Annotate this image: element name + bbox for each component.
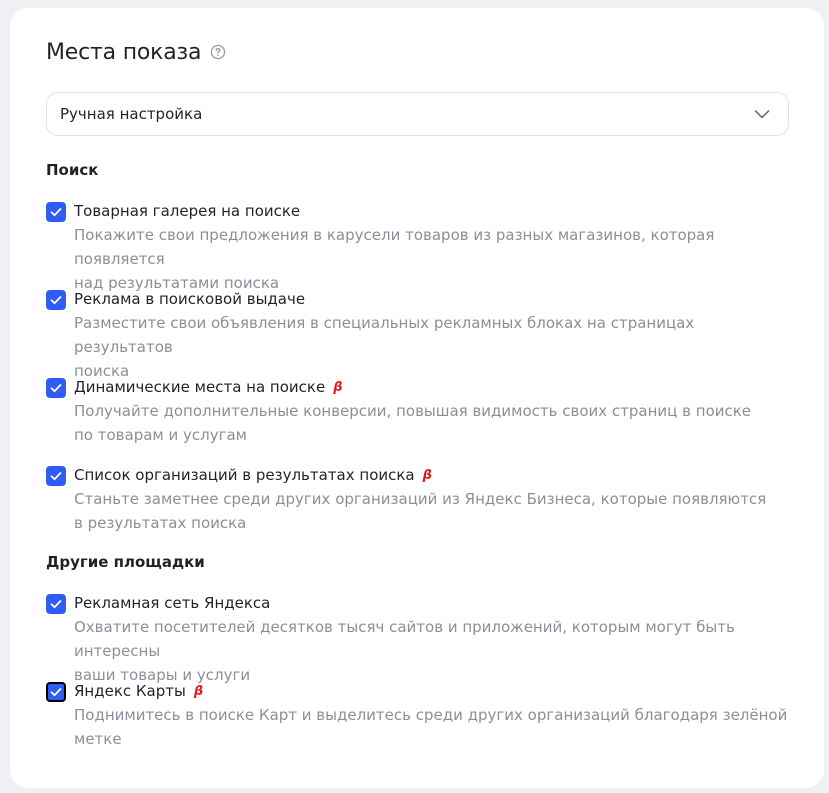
option-label[interactable]: Яндекс Карты	[74, 682, 186, 700]
placements-card: Места показа Ручная настройка Поиск Това…	[10, 8, 824, 788]
chevron-down-icon	[753, 105, 771, 123]
organizations-list-checkbox[interactable]	[46, 466, 66, 486]
checkmark-icon	[50, 600, 62, 609]
section-title-search: Поиск	[46, 161, 99, 179]
yandex-maps-checkbox[interactable]	[46, 682, 66, 702]
option-label-row: Динамические места на поиске β	[74, 375, 343, 399]
option-label-row: Реклама в поисковой выдаче	[74, 287, 305, 311]
search-ads-checkbox[interactable]	[46, 290, 66, 310]
option-description: Разместите свои объявления в специальных…	[74, 311, 789, 383]
checkmark-icon	[50, 688, 62, 697]
description-line: метке	[74, 730, 122, 748]
option-description: Охватите посетителей десятков тысяч сайт…	[74, 615, 789, 687]
beta-badge: β	[422, 467, 432, 483]
placement-mode-select[interactable]: Ручная настройка	[46, 92, 789, 136]
select-value: Ручная настройка	[60, 105, 203, 123]
option-label-row: Список организаций в результатах поиска …	[74, 463, 432, 487]
description-line: Получайте дополнительные конверсии, повы…	[74, 402, 752, 420]
option-description: Покажите свои предложения в карусели тов…	[74, 223, 789, 295]
description-line: Охватите посетителей десятков тысяч сайт…	[74, 618, 735, 660]
checkmark-icon	[50, 384, 62, 393]
section-title-other: Другие площадки	[46, 553, 205, 571]
beta-badge: β	[193, 683, 204, 699]
option-description: Станьте заметнее среди других организаци…	[74, 487, 789, 535]
ad-network-checkbox[interactable]	[46, 594, 66, 614]
option-label-row: Товарная галерея на поиске	[74, 199, 300, 223]
description-line: Разместите свои объявления в специальных…	[74, 314, 695, 356]
option-label-row: Яндекс Карты β	[74, 679, 203, 703]
description-line: Поднимитесь в поиске Карт и выделитесь с…	[74, 706, 788, 724]
option-label[interactable]: Товарная галерея на поиске	[74, 202, 300, 220]
description-line: Покажите свои предложения в карусели тов…	[74, 226, 715, 268]
checkmark-icon	[50, 208, 62, 217]
description-line: в результатах поиска	[74, 514, 247, 532]
option-description: Поднимитесь в поиске Карт и выделитесь с…	[74, 703, 789, 751]
question-circle-icon[interactable]	[210, 44, 226, 60]
page-title: Места показа	[46, 39, 202, 65]
product-gallery-checkbox[interactable]	[46, 202, 66, 222]
option-label[interactable]: Динамические места на поиске	[74, 378, 325, 396]
dynamic-places-checkbox[interactable]	[46, 378, 66, 398]
option-label[interactable]: Список организаций в результатах поиска	[74, 466, 415, 484]
title-row: Места показа	[46, 37, 226, 67]
option-label[interactable]: Рекламная сеть Яндекса	[74, 594, 270, 612]
description-line: по товарам и услугам	[74, 426, 247, 444]
beta-badge: β	[333, 379, 343, 395]
option-label[interactable]: Реклама в поисковой выдаче	[74, 290, 305, 308]
option-label-row: Рекламная сеть Яндекса	[74, 591, 270, 615]
checkmark-icon	[50, 472, 62, 481]
option-description: Получайте дополнительные конверсии, повы…	[74, 399, 789, 447]
description-line: Станьте заметнее среди других организаци…	[74, 490, 767, 508]
checkmark-icon	[50, 296, 62, 305]
